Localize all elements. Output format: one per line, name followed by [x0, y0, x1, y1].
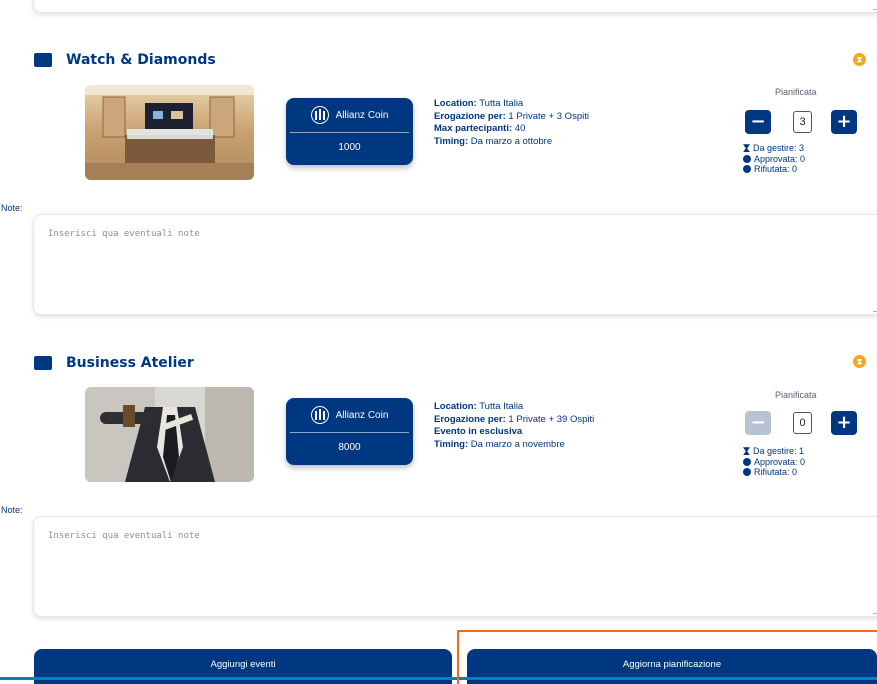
- minus-icon: −: [750, 412, 766, 433]
- note-label: Note:: [1, 505, 23, 515]
- allianz-logo-icon: [310, 106, 329, 124]
- detail-location: Location: Tutta Italia: [434, 98, 524, 109]
- increase-quantity-button[interactable]: +: [831, 411, 857, 435]
- pending-hourglass-icon: ⧗: [853, 53, 866, 66]
- event-image: [85, 85, 254, 180]
- status-da-gestire: Da gestire: 3: [743, 143, 805, 154]
- status-rifiutata: Rifiutata: 0: [743, 467, 805, 478]
- hourglass-icon: [743, 447, 750, 455]
- coin-card: Allianz Coin 8000: [286, 398, 413, 465]
- decrease-quantity-button[interactable]: −: [745, 110, 771, 134]
- detail-timing: Timing: Da marzo a ottobre: [434, 135, 553, 147]
- quantity-input[interactable]: 0: [793, 412, 812, 434]
- event-details: Location: Tutta Italia Erogazione per: 1…: [434, 98, 589, 148]
- note-placeholder: Inserisci qua eventuali note: [48, 229, 200, 239]
- note-textarea[interactable]: Inserisci qua eventuali note: [33, 214, 877, 315]
- event-title-row: Business Atelier: [34, 355, 194, 371]
- note-textarea-previous[interactable]: [33, 0, 877, 13]
- quantity-input[interactable]: 3: [793, 111, 812, 133]
- planning-controls: Pianificata − 3 + Da gestire: 3 Approvat…: [735, 87, 875, 187]
- detail-timing: Timing: Da marzo a novembre: [434, 438, 565, 450]
- status-list: Da gestire: 3 Approvata: 0 Rifiutata: 0: [743, 143, 805, 175]
- coin-card: Allianz Coin 1000: [286, 98, 413, 165]
- coin-brand: Allianz Coin: [335, 109, 389, 121]
- check-circle-icon: [743, 154, 751, 163]
- plan-status-label: Pianificata: [775, 390, 817, 400]
- detail-esclusiva: Evento in esclusiva: [434, 426, 523, 437]
- coin-header: Allianz Coin: [286, 98, 413, 132]
- minus-icon: −: [750, 111, 766, 132]
- coin-brand: Allianz Coin: [335, 409, 389, 421]
- resize-grip-icon[interactable]: [873, 608, 877, 614]
- increase-quantity-button[interactable]: +: [831, 110, 857, 134]
- coin-value: 1000: [338, 142, 361, 153]
- event-details: Location: Tutta Italia Erogazione per: 1…: [434, 401, 594, 451]
- detail-max-partecipanti: Max partecipanti: 40: [434, 123, 526, 134]
- coin-value: 8000: [338, 442, 361, 453]
- resize-grip-icon[interactable]: [873, 306, 877, 312]
- status-approvata: Approvata: 0: [743, 457, 805, 468]
- plus-icon: +: [836, 412, 852, 433]
- pending-hourglass-icon: ⧗: [853, 355, 866, 368]
- title-marker-icon: [34, 53, 52, 67]
- x-circle-icon: [743, 165, 751, 174]
- check-circle-icon: [743, 457, 751, 466]
- event-title-row: Watch & Diamonds: [34, 52, 216, 68]
- note-label: Note:: [1, 203, 23, 213]
- allianz-logo-icon: [310, 406, 329, 424]
- plus-icon: +: [836, 111, 852, 132]
- status-da-gestire: Da gestire: 1: [743, 446, 805, 457]
- status-rifiutata: Rifiutata: 0: [743, 164, 805, 175]
- event-title: Watch & Diamonds: [66, 52, 216, 68]
- x-circle-icon: [743, 468, 751, 477]
- decrease-quantity-button[interactable]: −: [745, 411, 771, 435]
- title-marker-icon: [34, 356, 52, 370]
- event-image: [85, 387, 254, 482]
- hourglass-icon: [743, 144, 750, 152]
- detail-location: Location: Tutta Italia: [434, 401, 524, 412]
- note-placeholder: Inserisci qua eventuali note: [48, 531, 200, 541]
- planning-controls: Pianificata − 0 + Da gestire: 1 Approvat…: [735, 390, 875, 490]
- detail-erogazione: Erogazione per: 1 Private + 39 Ospiti: [434, 413, 595, 425]
- plan-status-label: Pianificata: [775, 87, 817, 97]
- highlight-frame: [457, 630, 877, 684]
- status-list: Da gestire: 1 Approvata: 0 Rifiutata: 0: [743, 446, 805, 478]
- status-approvata: Approvata: 0: [743, 154, 805, 165]
- resize-grip-icon[interactable]: [873, 4, 877, 10]
- coin-header: Allianz Coin: [286, 398, 413, 432]
- detail-erogazione: Erogazione per: 1 Private + 3 Ospiti: [434, 110, 589, 122]
- event-title: Business Atelier: [66, 355, 194, 371]
- note-textarea[interactable]: Inserisci qua eventuali note: [33, 516, 877, 617]
